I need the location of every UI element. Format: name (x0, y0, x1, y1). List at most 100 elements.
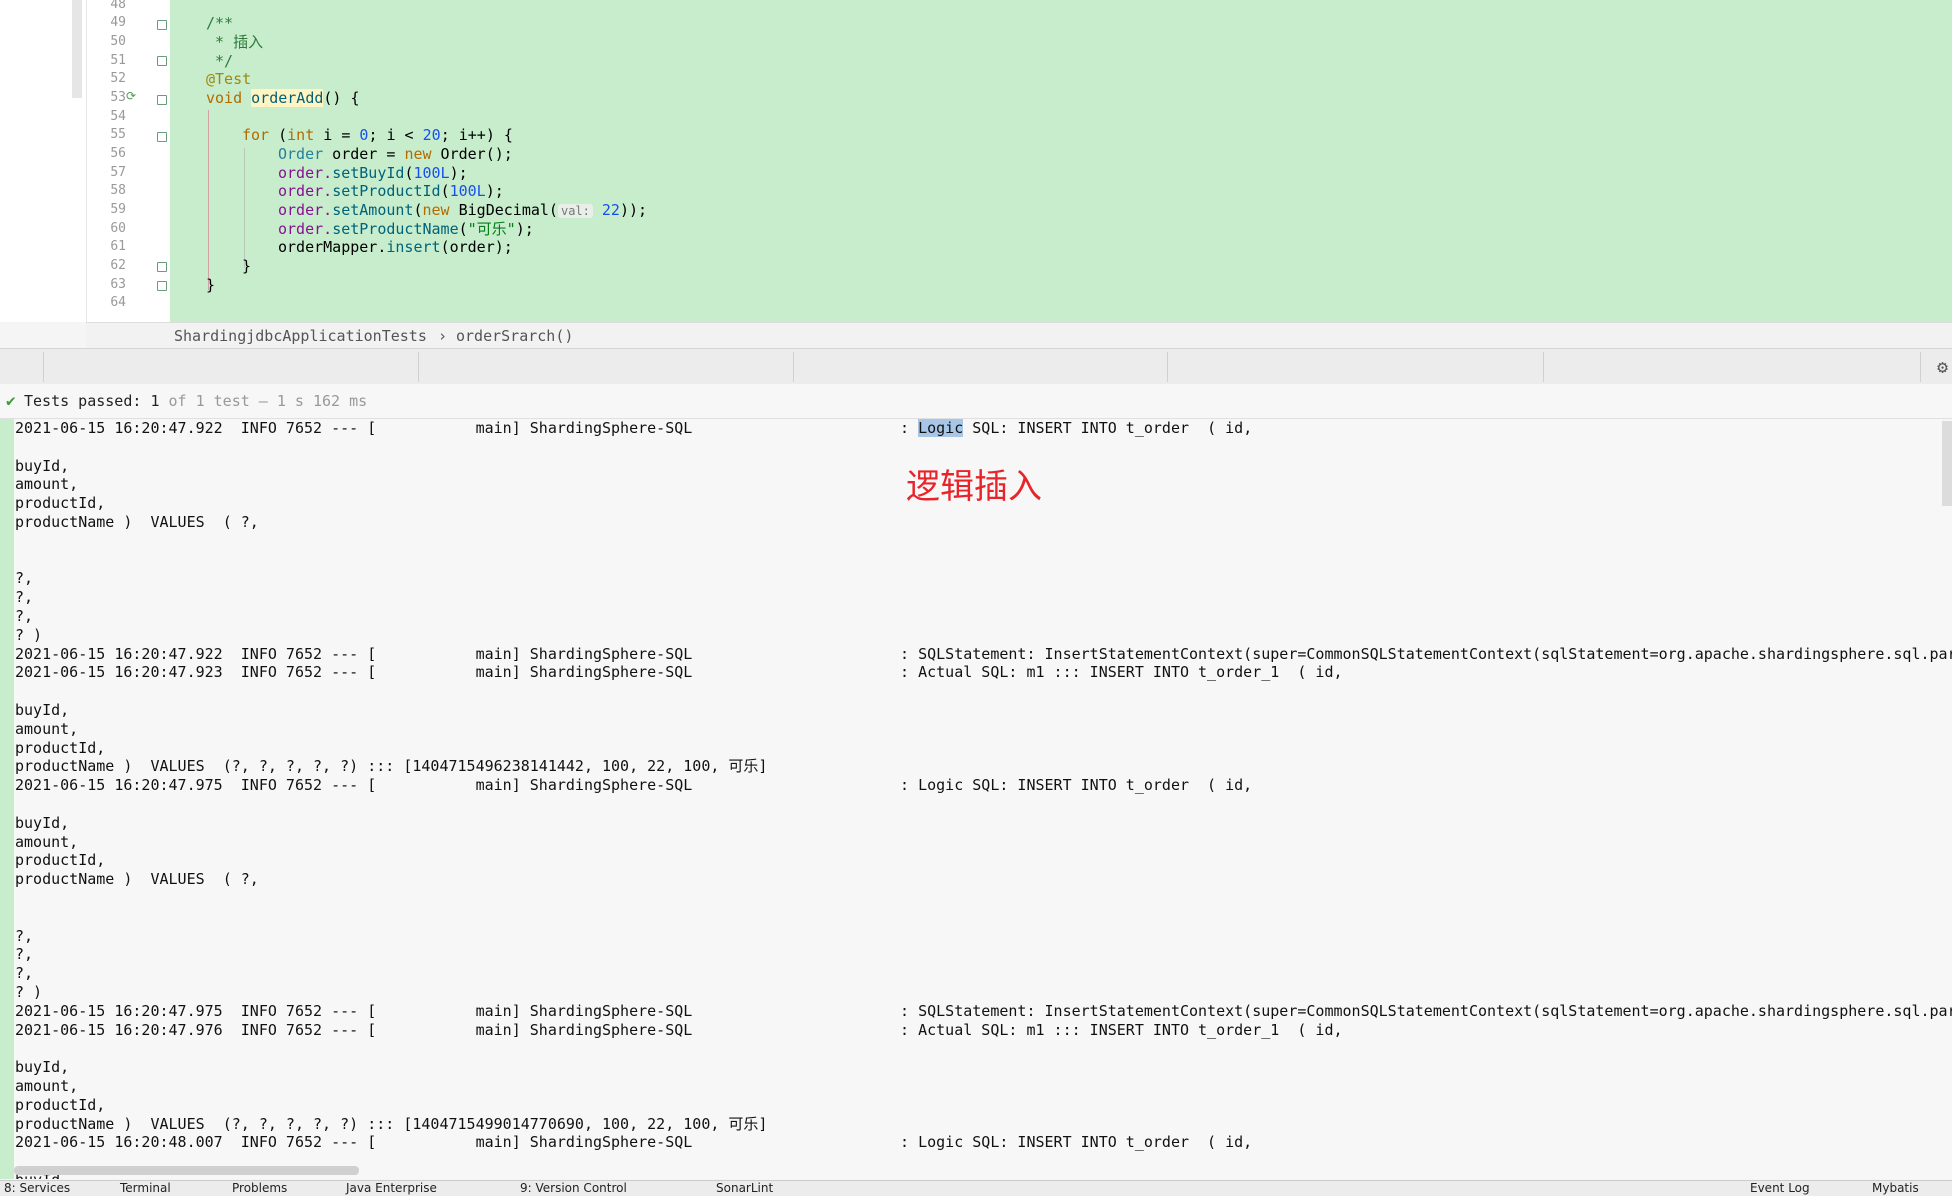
code-line: @Test (206, 70, 252, 88)
indent-guide (244, 148, 245, 268)
line-number: 62 (110, 258, 126, 273)
line-number: 50 (110, 34, 126, 49)
console-line: buyId, (15, 1058, 70, 1077)
breadcrumb-method[interactable]: orderSrarch() (456, 323, 573, 349)
run-toolbar: ⚙ (0, 348, 1952, 386)
console-line: ? ) (15, 625, 43, 644)
fold-marker-icon[interactable] (157, 132, 167, 142)
console-line: productId, (15, 494, 106, 513)
console-line: ?, (15, 926, 34, 945)
line-number: 53 (110, 90, 126, 105)
tab-sonarlint[interactable]: SonarLint (716, 1181, 773, 1196)
console-line: amount, (15, 1077, 79, 1095)
console-line: productId, (15, 851, 106, 870)
code-line: order.setProductId(100L); (278, 182, 504, 200)
console-line: ?, (15, 945, 34, 964)
divider (1543, 352, 1544, 382)
line-number: 55 (110, 127, 126, 142)
tab-event-log[interactable]: Event Log (1750, 1181, 1810, 1196)
line-number: 60 (110, 221, 126, 236)
code-line: * 插入 (206, 33, 264, 51)
console-line: amount, (15, 475, 79, 494)
console-line: productId, (15, 738, 106, 757)
breadcrumb-class[interactable]: ShardingjdbcApplicationTests (174, 323, 427, 349)
line-number: 54 (110, 109, 126, 124)
console-line: ?, (15, 588, 34, 607)
parameter-hint: val: (557, 204, 593, 218)
line-number: 64 (110, 295, 126, 310)
console-line: 2021-06-15 16:20:47.975 INFO 7652 --- [ … (15, 776, 1253, 795)
code-editor: 48 49 50 51 52 53 54 55 56 57 58 59 60 6… (0, 0, 1952, 322)
console-line: 2021-06-15 16:20:47.923 INFO 7652 --- [ … (15, 663, 1343, 682)
code-line: /** (206, 14, 234, 32)
fold-marker-icon[interactable] (157, 281, 167, 291)
line-number: 56 (110, 146, 126, 161)
run-test-icon[interactable]: ⟳ (126, 90, 138, 102)
line-number: 57 (110, 165, 126, 180)
tab-version-control[interactable]: 9: Version Control (520, 1181, 627, 1196)
scrollbar[interactable] (72, 0, 82, 98)
divider (1920, 352, 1921, 382)
console-line: 2021-06-15 16:20:47.976 INFO 7652 --- [ … (15, 1020, 1343, 1039)
tab-mybatis[interactable]: Mybatis (1872, 1181, 1919, 1196)
console-line: ?, (15, 569, 34, 588)
line-number: 63 (110, 277, 126, 292)
console-line: productName ) VALUES (?, ?, ?, ?, ?) :::… (15, 757, 768, 776)
console-line: buyId, (15, 456, 70, 475)
line-number: 49 (110, 15, 126, 30)
line-number: 52 (110, 71, 126, 86)
fold-marker-icon[interactable] (157, 95, 167, 105)
tab-terminal[interactable]: Terminal (120, 1181, 171, 1196)
indent-guide (208, 110, 209, 290)
code-line: order.setAmount(new BigDecimal(val: 22))… (278, 201, 648, 219)
code-line: } (242, 257, 252, 275)
line-number: 48 (110, 0, 126, 12)
breadcrumb-separator: › (438, 327, 448, 345)
vertical-scrollbar[interactable] (1942, 421, 1952, 506)
console-line: 2021-06-15 16:20:47.975 INFO 7652 --- [ … (15, 1001, 1952, 1020)
console-line: productName ) VALUES ( ?, (15, 870, 259, 889)
code-line: order.setProductName("可乐"); (278, 220, 534, 238)
code-line: Order order = new Order(); (278, 145, 513, 163)
fold-marker-icon[interactable] (157, 20, 167, 30)
line-number: 61 (110, 239, 126, 254)
tool-window-bar: 8: Services Terminal Problems Java Enter… (0, 1180, 1952, 1196)
code-line: */ (206, 52, 234, 70)
fold-marker-icon[interactable] (157, 262, 167, 272)
tab-java-enterprise[interactable]: Java Enterprise (346, 1181, 437, 1196)
console-line: 2021-06-15 16:20:47.922 INFO 7652 --- [ … (15, 419, 1253, 437)
tab-problems[interactable]: Problems (232, 1181, 287, 1196)
gear-icon[interactable]: ⚙ (1937, 357, 1948, 378)
line-number: 59 (110, 202, 126, 217)
console-output[interactable]: 2021-06-15 16:20:47.922 INFO 7652 --- [ … (0, 419, 1952, 1179)
console-line: buyId, (15, 701, 70, 719)
console-line: ? ) (15, 983, 43, 1001)
divider (418, 352, 419, 382)
tab-services[interactable]: 8: Services (4, 1181, 70, 1196)
test-status: ✔ Tests passed: 1 of 1 test – 1 s 162 ms (0, 384, 1952, 419)
console-line: productName ) VALUES (?, ?, ?, ?, ?) :::… (15, 1114, 768, 1133)
line-number: 58 (110, 183, 126, 198)
breadcrumb: ShardingjdbcApplicationTests › orderSrar… (86, 322, 1952, 349)
console-line: ?, (15, 607, 34, 625)
console-line: buyId, (15, 813, 70, 832)
horizontal-scrollbar[interactable] (14, 1166, 359, 1175)
check-icon: ✔ (6, 391, 16, 410)
code-line: order.setBuyId(100L); (278, 164, 468, 182)
code-line: void orderAdd() { (206, 89, 360, 107)
console-line: productName ) VALUES ( ?, (15, 513, 259, 531)
console-line: ?, (15, 964, 34, 983)
fold-marker-icon[interactable] (157, 56, 167, 66)
line-number: 51 (110, 53, 126, 68)
test-status-text: Tests passed: 1 of 1 test – 1 s 162 ms (24, 392, 368, 410)
divider (1167, 352, 1168, 382)
console-line: 2021-06-15 16:20:48.007 INFO 7652 --- [ … (15, 1133, 1253, 1152)
console-line: amount, (15, 719, 79, 738)
code-line: orderMapper.insert(order); (278, 238, 513, 256)
divider (793, 352, 794, 382)
project-panel-edge (0, 0, 82, 322)
console-gutter (0, 419, 14, 1179)
code-line: } (206, 276, 216, 294)
console-line: 2021-06-15 16:20:47.922 INFO 7652 --- [ … (15, 644, 1952, 663)
selected-text: Logic (918, 419, 964, 437)
